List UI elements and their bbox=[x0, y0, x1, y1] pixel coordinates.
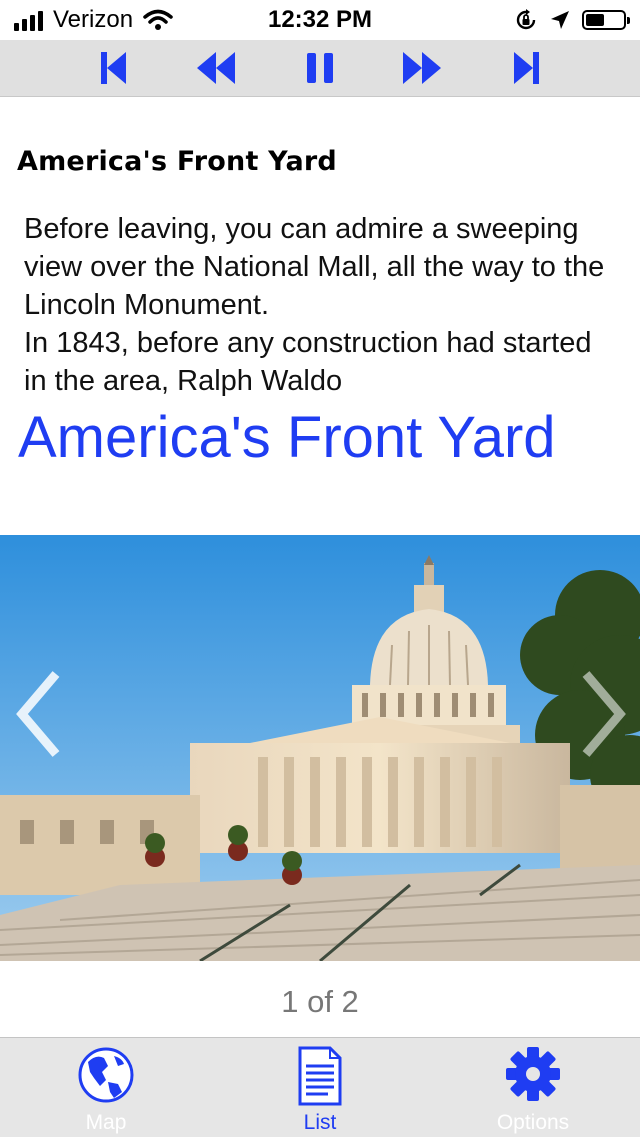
tab-map-label: Map bbox=[85, 1111, 127, 1134]
audio-transport-bar bbox=[0, 40, 640, 97]
list-document-icon bbox=[298, 1046, 342, 1106]
chevron-left-icon bbox=[16, 671, 60, 757]
tab-options-label: Options bbox=[496, 1111, 570, 1134]
skip-forward-button[interactable] bbox=[496, 48, 556, 88]
tab-list[interactable]: List bbox=[240, 1038, 400, 1137]
tab-bar: Map List Options bbox=[0, 1037, 640, 1137]
fast-forward-button[interactable] bbox=[392, 48, 452, 88]
globe-icon bbox=[78, 1047, 134, 1103]
previous-photo-button[interactable] bbox=[12, 668, 72, 760]
skip-back-button[interactable] bbox=[84, 48, 144, 88]
status-right-group bbox=[514, 8, 630, 32]
location-arrow-icon bbox=[551, 11, 569, 29]
rewind-icon bbox=[197, 52, 235, 84]
status-bar: Verizon 12:32 PM bbox=[0, 0, 640, 40]
next-photo-button[interactable] bbox=[572, 668, 632, 760]
pause-icon bbox=[307, 53, 333, 83]
pause-button[interactable] bbox=[290, 48, 350, 88]
skip-forward-icon bbox=[514, 52, 539, 84]
orientation-lock-icon bbox=[516, 9, 536, 30]
tab-options[interactable]: Options bbox=[453, 1038, 613, 1137]
tab-map[interactable]: Map bbox=[26, 1038, 186, 1137]
capitol-building-photo[interactable] bbox=[0, 535, 640, 961]
rewind-button[interactable] bbox=[186, 48, 246, 88]
chevron-right-icon bbox=[582, 671, 626, 757]
fast-forward-icon bbox=[403, 52, 441, 84]
battery-icon bbox=[582, 10, 630, 30]
stop-heading: America's Front Yard bbox=[17, 146, 337, 177]
gear-icon bbox=[506, 1047, 560, 1101]
stop-title-large: America's Front Yard bbox=[18, 405, 556, 470]
photo-page-indicator: 1 of 2 bbox=[281, 984, 359, 1019]
stop-description[interactable]: Before leaving, you can admire a sweepin… bbox=[24, 210, 614, 400]
tab-list-label: List bbox=[303, 1111, 337, 1134]
skip-back-icon bbox=[101, 52, 126, 84]
